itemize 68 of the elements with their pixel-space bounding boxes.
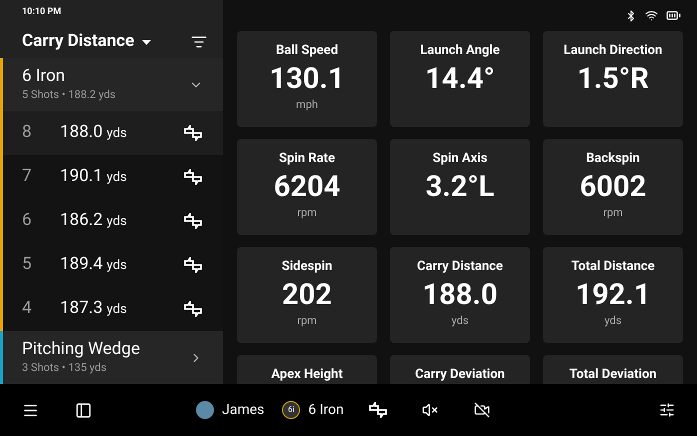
metric-label: Backspin — [586, 150, 640, 168]
metric-value: 14.4° — [425, 60, 495, 97]
shot-row[interactable]: 6 186.2 yds — [3, 199, 223, 243]
metric-value: 188.0 — [422, 276, 498, 313]
shot-row[interactable]: 5 189.4 yds — [3, 243, 223, 287]
metric-label: Ball Speed — [276, 42, 338, 60]
swap-icon — [183, 213, 203, 229]
metric-unit: yds — [604, 312, 622, 329]
swap-icon — [183, 257, 203, 273]
player-button[interactable]: James — [196, 400, 264, 420]
shot-summary: 3 Shots • 135 yds — [22, 360, 108, 376]
metric-label: Spin Axis — [432, 150, 488, 168]
metric-label: Carry Distance — [417, 258, 503, 276]
metric-value: 202 — [282, 276, 332, 313]
shot-number: 7 — [22, 165, 33, 188]
metric-value: 3.2°L — [426, 168, 494, 205]
metric-label: Launch Angle — [420, 42, 500, 60]
metric-value: 130.1 — [270, 60, 344, 97]
shot-number: 5 — [22, 253, 33, 276]
metric-unit: mph — [296, 96, 318, 113]
metric-label: Total Distance — [571, 258, 655, 276]
filter-icon[interactable] — [191, 34, 207, 50]
shot-distance: 189.4 yds — [60, 253, 128, 276]
shot-distance: 188.0 yds — [60, 121, 128, 144]
battery-icon — [666, 8, 681, 23]
shot-summary: 5 Shots • 188.2 yds — [22, 86, 117, 103]
swap-icon — [183, 169, 203, 185]
shot-number: 4 — [22, 297, 33, 320]
metric-label: Sidespin — [282, 258, 332, 276]
metric-label: Launch Direction — [564, 42, 662, 60]
metric-label: Total Deviation — [569, 366, 657, 384]
shot-number: 6 — [22, 209, 33, 232]
panel-icon[interactable] — [75, 402, 92, 418]
metric-value: 6204 — [274, 168, 340, 205]
club-badge: 6i — [282, 401, 300, 419]
shot-distance: 186.2 yds — [60, 209, 128, 232]
shot-distance: 187.3 yds — [60, 297, 128, 320]
video-off-icon[interactable] — [474, 402, 490, 418]
bluetooth-icon — [625, 10, 637, 22]
avatar-icon — [196, 401, 214, 419]
settings-icon[interactable] — [659, 402, 675, 418]
caret-icon — [142, 40, 152, 45]
shot-number: 8 — [22, 121, 33, 144]
metric-value: 192.1 — [576, 276, 650, 313]
swap-icon — [368, 402, 388, 418]
metric-unit: rpm — [603, 204, 623, 221]
shot-row[interactable]: 8 188.0 yds — [3, 111, 223, 155]
swap-icon — [183, 301, 203, 317]
swap-icon — [183, 125, 203, 141]
clock: 10:10 PM — [22, 6, 62, 20]
club-name: 6 Iron — [22, 66, 66, 87]
mute-icon[interactable] — [422, 402, 438, 418]
metric-dropdown[interactable]: Carry Distance — [22, 29, 152, 55]
club-name: Pitching Wedge — [22, 338, 141, 360]
shot-distance: 190.1 yds — [60, 165, 128, 188]
club-group-header[interactable]: Pitching Wedge 3 Shots • 135 yds — [3, 331, 223, 384]
metric-value: 6002 — [580, 168, 646, 205]
club-group-header[interactable]: 6 Iron 5 Shots • 188.2 yds — [3, 58, 223, 111]
metric-label: Spin Rate — [279, 150, 335, 168]
metric-unit: rpm — [297, 204, 317, 221]
shot-row[interactable]: 7 190.1 yds — [3, 155, 223, 199]
shot-row[interactable]: 4 187.3 yds — [3, 287, 223, 331]
metric-value: 1.5°R — [577, 60, 649, 97]
metric-unit: rpm — [297, 312, 317, 329]
metric-label: Carry Deviation — [415, 366, 505, 384]
club-button[interactable]: 6i 6 Iron — [282, 400, 344, 420]
metric-unit: yds — [451, 312, 468, 329]
metric-label: Apex Height — [271, 366, 343, 384]
